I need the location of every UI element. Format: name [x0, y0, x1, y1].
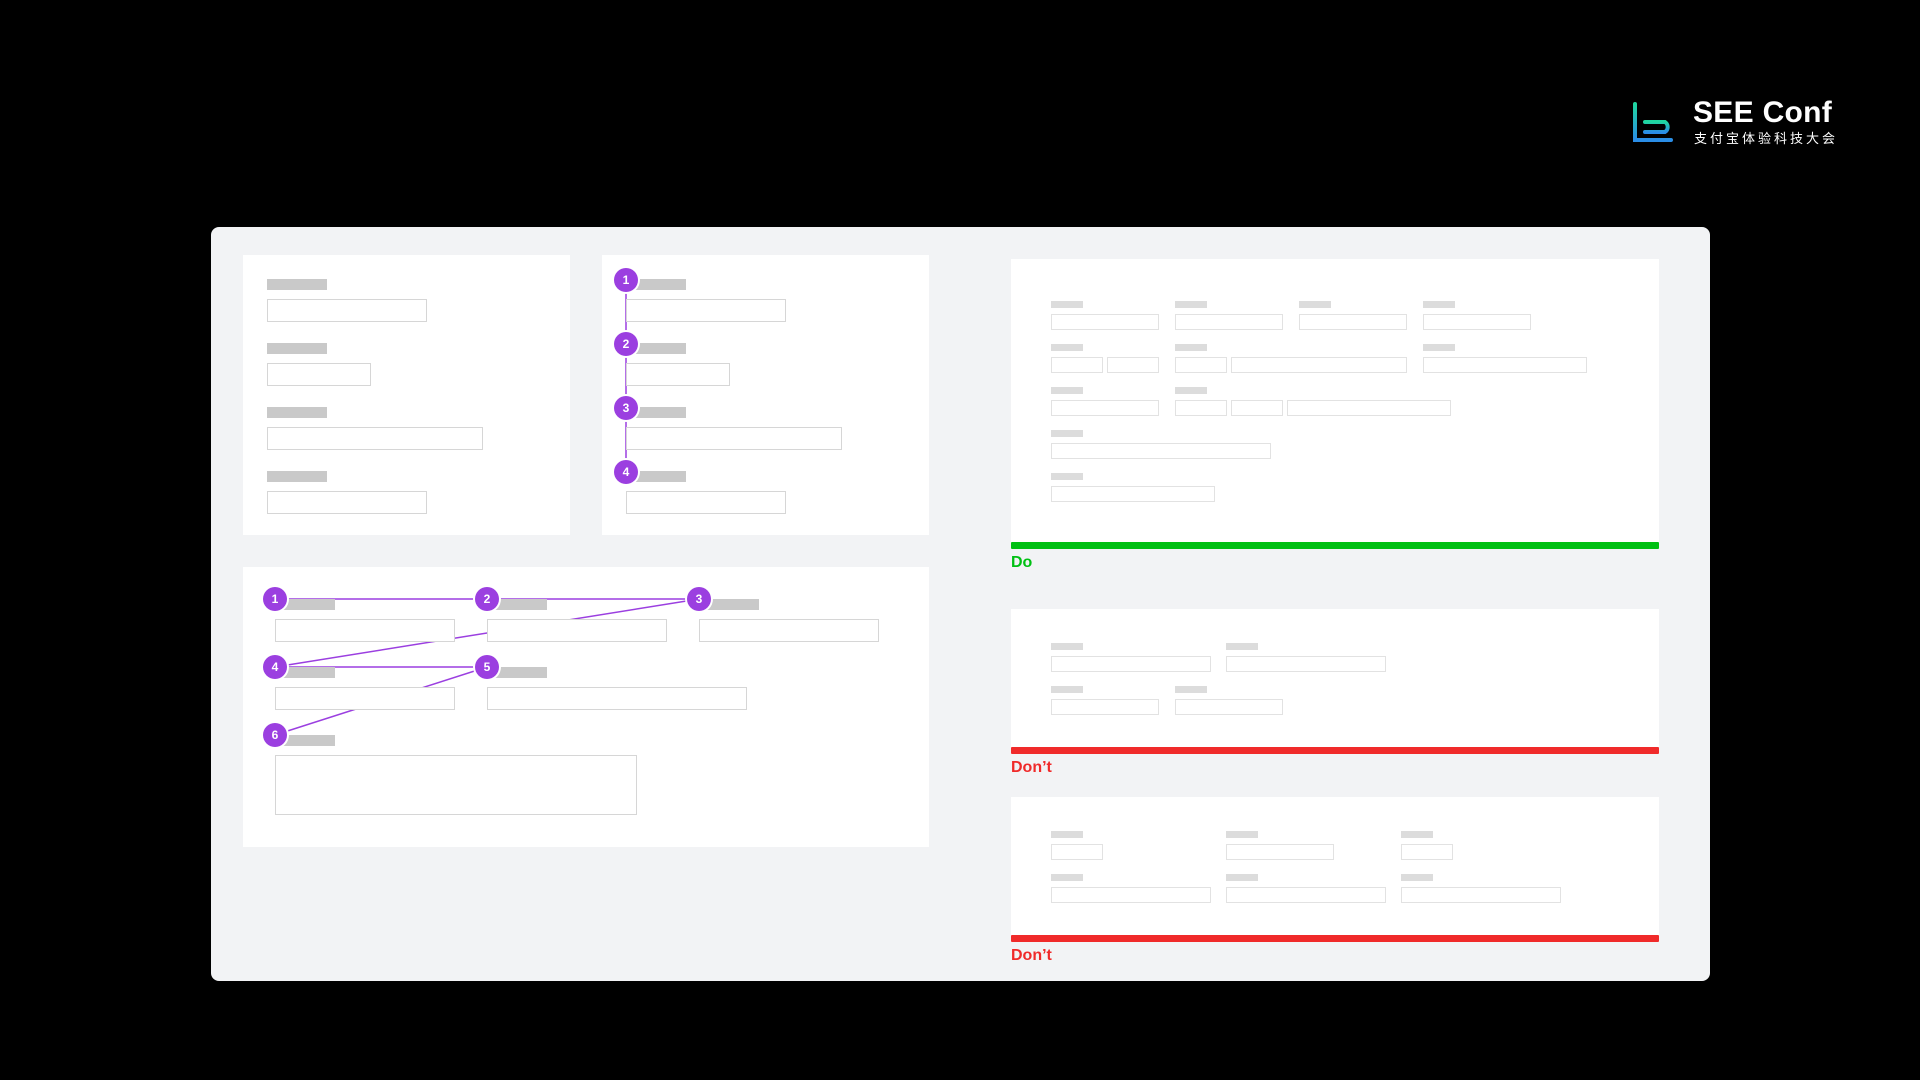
do-example-card [1011, 259, 1659, 549]
form-field [1226, 844, 1334, 860]
form-field [1107, 357, 1159, 373]
step-badge-6: 6 [263, 723, 287, 747]
form-label [1401, 831, 1433, 838]
step-badge-2: 2 [475, 587, 499, 611]
form-label [267, 471, 327, 482]
form-field [1175, 357, 1227, 373]
form-field [1051, 400, 1159, 416]
form-label [1051, 301, 1083, 308]
form-field [626, 427, 842, 450]
form-label [1051, 387, 1083, 394]
form-field [1051, 699, 1159, 715]
step-badge-1: 1 [614, 268, 638, 292]
form-label [1226, 831, 1258, 838]
form-field [626, 299, 786, 322]
form-field [1175, 314, 1283, 330]
form-label [1051, 874, 1083, 881]
form-label [267, 343, 327, 354]
form-field [1051, 314, 1159, 330]
step-badge-2: 2 [614, 332, 638, 356]
form-label [267, 279, 327, 290]
form-label [267, 407, 327, 418]
textarea-field [275, 755, 637, 815]
step-badge-4: 4 [263, 655, 287, 679]
form-label [1423, 344, 1455, 351]
brand-title: SEE Conf [1693, 96, 1833, 129]
form-field [275, 687, 455, 710]
form-label [1175, 387, 1207, 394]
form-field [267, 427, 483, 450]
plain-form-card [243, 255, 570, 535]
form-field [1226, 656, 1386, 672]
do-caption: Do [1011, 554, 1033, 571]
form-field [487, 619, 667, 642]
form-label [1226, 874, 1258, 881]
form-field [1299, 314, 1407, 330]
vertical-order-card: 1 2 3 4 [602, 255, 929, 535]
form-label [1175, 686, 1207, 693]
form-label [1423, 301, 1455, 308]
form-field [1231, 400, 1283, 416]
dont-indicator-bar-1 [1011, 747, 1659, 754]
form-field [1175, 400, 1227, 416]
form-label [1051, 430, 1083, 437]
form-field [1226, 887, 1386, 903]
see-conf-logo: SEE Conf 支付宝体验科技大会 [1631, 96, 1835, 146]
form-field [1401, 887, 1561, 903]
form-label [1051, 831, 1083, 838]
step-badge-1: 1 [263, 587, 287, 611]
form-field [267, 491, 427, 514]
comparison-panel: 1 2 3 4 1 2 3 4 5 6 Do Don’t Don’t [211, 227, 1710, 981]
form-label [1051, 344, 1083, 351]
form-field [1231, 357, 1407, 373]
step-badge-3: 3 [687, 587, 711, 611]
form-label [1051, 473, 1083, 480]
form-field [1287, 400, 1451, 416]
form-label [1175, 301, 1207, 308]
form-field [1423, 357, 1587, 373]
form-field [275, 619, 455, 642]
do-indicator-bar [1011, 542, 1659, 549]
form-field [1051, 844, 1103, 860]
step-badge-3: 3 [614, 396, 638, 420]
form-label [1226, 643, 1258, 650]
step-badge-5: 5 [475, 655, 499, 679]
form-label [1299, 301, 1331, 308]
form-field [626, 363, 730, 386]
step-badge-4: 4 [614, 460, 638, 484]
brand-subtitle: 支付宝体验科技大会 [1694, 131, 1839, 146]
form-field [1175, 699, 1283, 715]
dont-indicator-bar-2 [1011, 935, 1659, 942]
form-label [1051, 686, 1083, 693]
form-field [699, 619, 879, 642]
form-field [1423, 314, 1531, 330]
form-field [267, 299, 427, 322]
form-field [1401, 844, 1453, 860]
form-field [1051, 443, 1271, 459]
form-field [487, 687, 747, 710]
form-label [1051, 643, 1083, 650]
dont-example-card-2 [1011, 797, 1659, 942]
see-conf-logo-icon [1633, 102, 1673, 142]
form-label [1401, 874, 1433, 881]
grid-order-card: 1 2 3 4 5 6 [243, 567, 929, 847]
form-field [267, 363, 371, 386]
form-field [1051, 357, 1103, 373]
dont-caption-1: Don’t [1011, 759, 1052, 776]
form-field [626, 491, 786, 514]
dont-example-card-1 [1011, 609, 1659, 754]
form-field [1051, 656, 1211, 672]
form-label [1175, 344, 1207, 351]
dont-caption-2: Don’t [1011, 947, 1052, 964]
form-field [1051, 887, 1211, 903]
form-field [1051, 486, 1215, 502]
